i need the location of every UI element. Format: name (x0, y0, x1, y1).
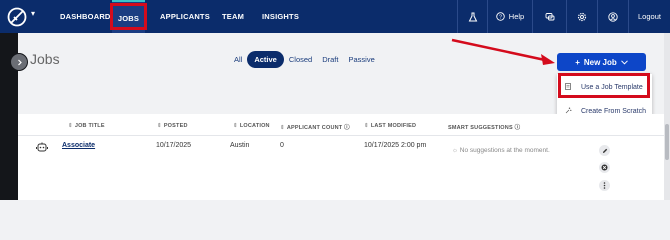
applicant-count: 0 (280, 142, 284, 149)
scrollbar-thumb[interactable] (665, 124, 669, 160)
edit-button[interactable] (599, 145, 610, 156)
header-job-title[interactable]: ⇕ JOB TITLE (68, 123, 105, 129)
robot-icon (36, 142, 48, 152)
close-job-button[interactable] (599, 162, 610, 173)
header-applicant-count[interactable]: ⇕ APPLICANT COUNT ⓘ (280, 123, 350, 131)
scrollbar-track[interactable] (664, 33, 670, 200)
job-title-link[interactable]: Associate (62, 142, 95, 149)
header-posted[interactable]: ⇕ POSTED (157, 123, 188, 129)
pencil-icon (602, 148, 607, 153)
jobs-table: ⇕ JOB TITLE ⇕ POSTED ⇕ LOCATION ⇕ APPLICANT … (18, 114, 664, 200)
header-smart-suggestions: SMART SUGGESTIONS ⓘ (448, 125, 521, 131)
kebab-menu-icon (603, 182, 606, 189)
close-circle-icon (601, 164, 608, 171)
posted-date: 10/17/2025 (156, 142, 192, 149)
header-divider (18, 135, 664, 136)
last-modified: 10/17/2025 2:00 pm (364, 142, 427, 149)
more-options-button[interactable] (599, 180, 610, 191)
template-highlight-box (558, 73, 650, 98)
chevron-down-icon (620, 59, 628, 65)
lightbulb-icon: ☼ (452, 147, 458, 154)
info-icon: ⓘ (344, 125, 350, 131)
smart-suggestion: ☼ No suggestions at the moment. (452, 147, 550, 154)
header-location[interactable]: ⇕ LOCATION (233, 123, 270, 129)
new-job-label: New Job (583, 57, 617, 67)
info-icon: ⓘ (514, 125, 521, 131)
plus-icon: + (575, 57, 580, 67)
header-last-modified[interactable]: ⇕ LAST MODIFIED (364, 123, 416, 129)
new-job-button[interactable]: + New Job (557, 53, 646, 71)
location: Austin (230, 142, 250, 149)
